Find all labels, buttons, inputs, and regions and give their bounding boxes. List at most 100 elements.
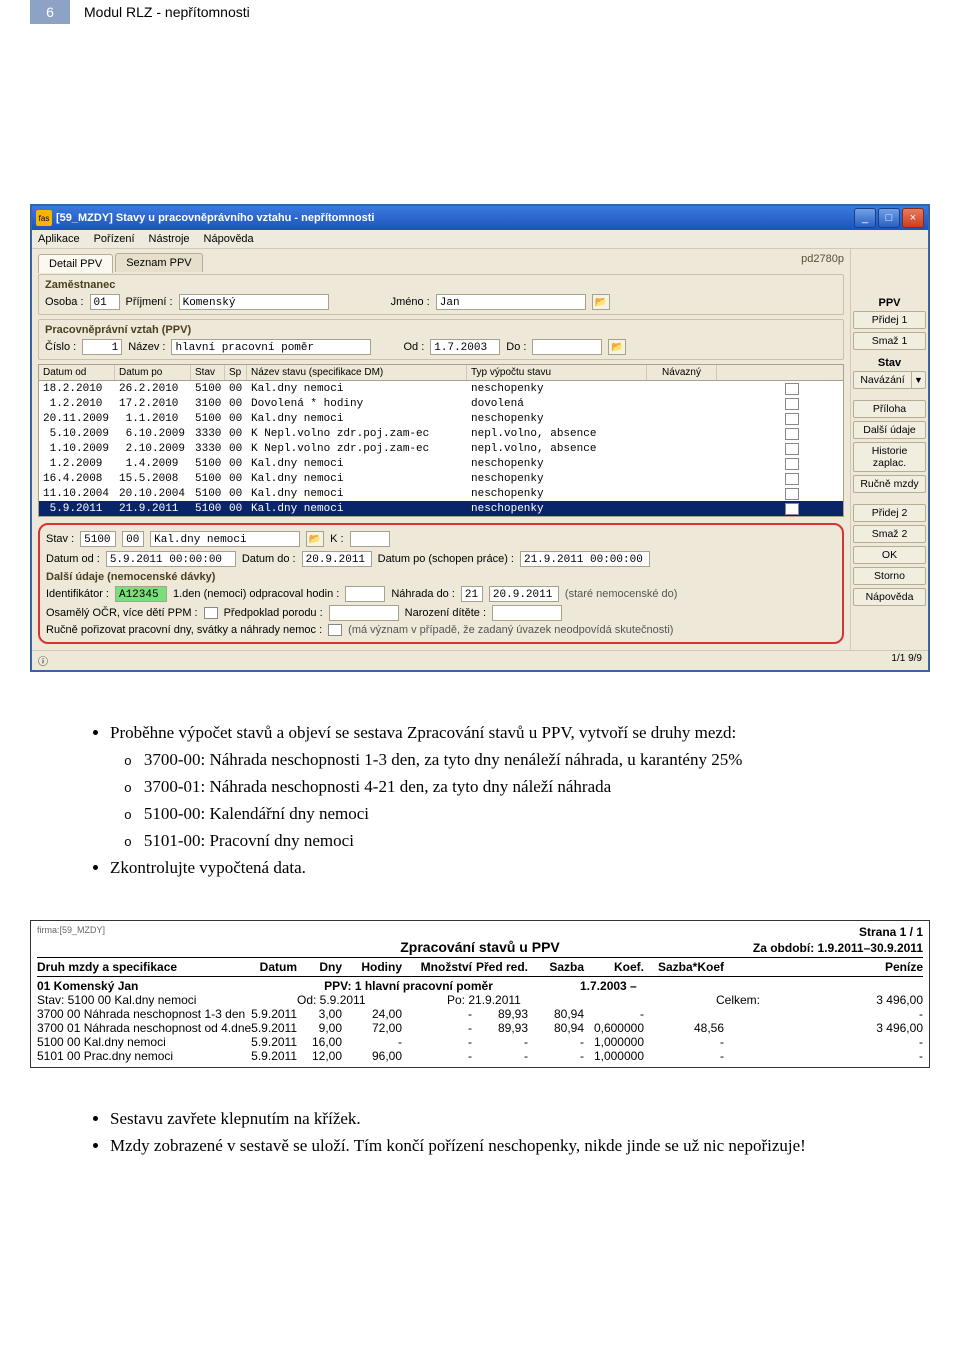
field-datumdo[interactable]: 20.9.2011 (302, 551, 372, 567)
rh-sazba: Sazba (528, 960, 584, 974)
field-stav-code[interactable]: 5100 (80, 531, 116, 547)
table-row[interactable]: 16.4.200815.5.2008510000Kal.dny nemocine… (39, 471, 843, 486)
dalsi-udaje-title: Další údaje (nemocenské dávky) (46, 571, 836, 583)
btn-pridej1[interactable]: Přidej 1 (853, 311, 926, 329)
lbl-od: Od : (403, 341, 424, 353)
table-row[interactable]: 11.10.200420.10.2004510000Kal.dny nemoci… (39, 486, 843, 501)
checkbox[interactable] (785, 398, 799, 410)
checkbox[interactable] (785, 503, 799, 515)
checkbox[interactable] (785, 458, 799, 470)
app-icon: fas (36, 210, 52, 226)
table-row[interactable]: 18.2.201026.2.2010510000Kal.dny nemocine… (39, 381, 843, 396)
field-od[interactable]: 1.7.2003 (430, 339, 500, 355)
col-navazny[interactable]: Návazný (647, 365, 717, 380)
field-nahrada-den[interactable]: 21 (461, 586, 483, 602)
col-typ[interactable]: Typ výpočtu stavu (467, 365, 647, 380)
menu-nastroje[interactable]: Nástroje (149, 233, 190, 245)
checkbox[interactable] (785, 413, 799, 425)
rh-mnozstvi: Množství (402, 960, 472, 974)
field-narozeni[interactable] (492, 605, 562, 621)
field-porod[interactable] (329, 605, 399, 621)
bullet-4: Mzdy zobrazené v sestavě se uloží. Tím k… (110, 1135, 890, 1158)
rh-datum: Datum (237, 960, 297, 974)
open-icon[interactable]: 📂 (608, 339, 626, 355)
checkbox[interactable] (785, 488, 799, 500)
btn-dalsi-udaje[interactable]: Další údaje (853, 421, 926, 439)
btn-navazani[interactable]: Navázání (853, 371, 912, 389)
table-row[interactable]: 1.2.2009 1.4.2009510000Kal.dny nemocines… (39, 456, 843, 471)
field-datumpo[interactable]: 21.9.2011 00:00:00 (520, 551, 650, 567)
checkbox[interactable] (785, 428, 799, 440)
col-datum-od[interactable]: Datum od (39, 365, 115, 380)
rpt-ppv: 1 hlavní pracovní poměr (355, 979, 493, 993)
menu-napoveda[interactable]: Nápověda (204, 233, 254, 245)
field-den1[interactable] (345, 586, 385, 602)
checkbox[interactable] (785, 473, 799, 485)
menu-porizeni[interactable]: Pořízení (94, 233, 135, 245)
btn-ok[interactable]: OK (853, 546, 926, 564)
chk-rucne[interactable] (328, 624, 342, 636)
report-zpracovani: firma:[59_MZDY] Strana 1 / 1 Zpracování … (30, 920, 930, 1068)
chk-ocr[interactable] (204, 607, 218, 619)
field-stav-sp[interactable]: 00 (122, 531, 144, 547)
table-row[interactable]: 1.10.2009 2.10.2009333000K Nepl.volno zd… (39, 441, 843, 456)
field-jmeno[interactable]: Jan (436, 294, 586, 310)
lbl-ident: Identifikátor : (46, 588, 109, 600)
field-do[interactable] (532, 339, 602, 355)
lbl-datumdo: Datum do : (242, 553, 296, 565)
btn-napoveda[interactable]: Nápověda (853, 588, 926, 606)
rpt-period: Za období: 1.9.2011–30.9.2011 (560, 941, 923, 955)
btn-storno[interactable]: Storno (853, 567, 926, 585)
lbl-datumpo: Datum po (schopen práce) : (378, 553, 514, 565)
col-sp[interactable]: Sp (225, 365, 247, 380)
table-row[interactable]: 5.10.2009 6.10.2009333000K Nepl.volno zd… (39, 426, 843, 441)
lbl-nazev: Název : (128, 341, 165, 353)
btn-smaz1[interactable]: Smaž 1 (853, 332, 926, 350)
col-stav[interactable]: Stav (191, 365, 225, 380)
table-row[interactable]: 5.9.201121.9.2011510000Kal.dny nemocines… (39, 501, 843, 516)
menu-aplikace[interactable]: Aplikace (38, 233, 80, 245)
open-icon[interactable]: 📂 (592, 294, 610, 310)
btn-historie[interactable]: Historie zaplac. (853, 442, 926, 472)
sub-bullet-1: 3700-00: Náhrada neschopnosti 1-3 den, z… (124, 749, 890, 772)
statusbar: ⓘ 1/1 9/9 (32, 650, 928, 670)
tab-seznam-ppv[interactable]: Seznam PPV (115, 253, 202, 272)
field-datumod[interactable]: 5.9.2011 00:00:00 (106, 551, 236, 567)
field-osoba[interactable]: 01 (90, 294, 120, 310)
minimize-button[interactable]: _ (854, 208, 876, 228)
lbl-nahrada: Náhrada do : (391, 588, 455, 600)
lbl-k: K : (330, 533, 343, 545)
field-nazev[interactable]: hlavní pracovní poměr (171, 339, 371, 355)
field-cislo[interactable]: 1 (82, 339, 122, 355)
field-ident[interactable]: A12345 (115, 586, 167, 602)
tab-detail-ppv[interactable]: Detail PPV (38, 254, 113, 273)
field-k[interactable] (350, 531, 390, 547)
btn-smaz2[interactable]: Smaž 2 (853, 525, 926, 543)
col-datum-po[interactable]: Datum po (115, 365, 191, 380)
open-icon[interactable]: 📂 (306, 531, 324, 547)
col-nazev[interactable]: Název stavu (specifikace DM) (247, 365, 467, 380)
bullet-1: Proběhne výpočet stavů a objeví se sesta… (110, 722, 890, 745)
btn-rucne-mzdy[interactable]: Ručně mzdy (853, 475, 926, 493)
checkbox[interactable] (785, 443, 799, 455)
btn-pridej2[interactable]: Přidej 2 (853, 504, 926, 522)
rpt-source: firma:[59_MZDY] (37, 925, 859, 939)
maximize-button[interactable]: □ (878, 208, 900, 228)
rpt-ppv-lbl: PPV: (324, 979, 351, 993)
checkbox[interactable] (785, 383, 799, 395)
field-nahrada[interactable]: 20.9.2011 (489, 586, 559, 602)
navazani-dropdown[interactable]: ▼ (912, 371, 926, 389)
lbl-stav: Stav : (46, 533, 74, 545)
page-title: Modul RLZ - nepřítomnosti (70, 0, 264, 24)
table-row[interactable]: 1.2.201017.2.2010310000Dovolená * hodiny… (39, 396, 843, 411)
btn-priloha[interactable]: Příloha (853, 400, 926, 418)
field-prijmeni[interactable]: Komenský (179, 294, 329, 310)
body-text: Proběhne výpočet stavů a objeví se sesta… (90, 722, 890, 880)
report-row: 3700 00 Náhrada neschopnost 1-3 den5.9.2… (37, 1007, 923, 1021)
sub-bullet-3: 5100-00: Kalendářní dny nemoci (124, 803, 890, 826)
bullet-3: Sestavu zavřete klepnutím na křížek. (110, 1108, 890, 1131)
close-button[interactable]: × (902, 208, 924, 228)
window-stavy-ppv: fas [59_MZDY] Stavy u pracovněprávního v… (30, 204, 930, 672)
field-stav-name[interactable]: Kal.dny nemoci (150, 531, 300, 547)
table-row[interactable]: 20.11.2009 1.1.2010510000Kal.dny nemocin… (39, 411, 843, 426)
